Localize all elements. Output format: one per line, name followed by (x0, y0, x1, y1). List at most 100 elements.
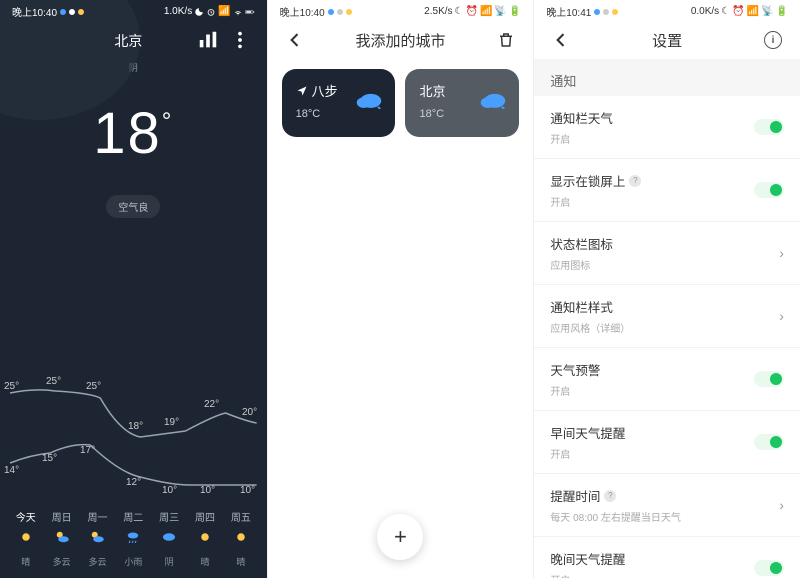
forecast-day[interactable]: 周五晴 (223, 509, 259, 568)
forecast-day[interactable]: 今天晴 (8, 509, 44, 568)
forecast-condition: 晴 (201, 555, 210, 568)
forecast-day-label: 周一 (87, 509, 107, 524)
delete-icon[interactable] (495, 29, 517, 51)
alarm-icon: ⏰ (732, 6, 744, 17)
status-time: 晚上10:40 (12, 4, 57, 19)
notif-dot (346, 9, 352, 15)
status-bar: 晚上10:40 1.0K/s 📶 (0, 0, 267, 21)
forecast-day[interactable]: 周四晴 (187, 509, 223, 568)
setting-title: 显示在锁屏上? (550, 171, 754, 190)
forecast-day-label: 周三 (159, 509, 179, 524)
net-speed: 1.0K/s (164, 6, 192, 17)
toggle-switch[interactable] (754, 182, 784, 198)
alarm-icon (206, 7, 216, 17)
forecast-day[interactable]: 周日多云 (44, 509, 80, 568)
notif-dot (69, 9, 75, 15)
setting-sub: 开启 (550, 572, 754, 578)
setting-item[interactable]: 状态栏图标应用图标› (534, 222, 800, 285)
battery-icon: 🔋 (509, 6, 521, 17)
toggle-switch[interactable] (754, 434, 784, 450)
curve-label: 25° (46, 376, 61, 387)
notif-dot (328, 9, 334, 15)
forecast-condition: 晴 (236, 555, 245, 568)
add-city-button[interactable]: + (377, 514, 423, 560)
setting-sub: 每天 08:00 左右提醒当日天气 (550, 509, 779, 524)
forecast-day[interactable]: 周三阴 (151, 509, 187, 568)
curve-label: 12° (126, 477, 141, 488)
help-icon[interactable]: ? (629, 175, 641, 187)
forecast-day-label: 周二 (123, 509, 143, 524)
back-icon[interactable] (550, 29, 572, 51)
city-appbar: 我添加的城市 (268, 21, 534, 59)
weather-icon (88, 528, 106, 551)
settings-appbar: 设置 i (534, 21, 800, 59)
setting-title: 晚间天气提醒 (550, 549, 754, 568)
setting-item[interactable]: 晚间天气提醒开启 (534, 537, 800, 578)
info-icon[interactable]: i (762, 29, 784, 51)
curve-label: 25° (4, 381, 19, 392)
city-card[interactable]: 北京18°C (405, 69, 519, 137)
setting-item[interactable]: 通知栏样式应用风格（详细）› (534, 285, 800, 348)
curve-label: 19° (164, 417, 179, 428)
net-speed: 2.5K/s (424, 6, 452, 17)
setting-sub: 应用风格（详细） (550, 320, 779, 335)
notif-dot (603, 9, 609, 15)
forecast-condition: 晴 (21, 555, 30, 568)
setting-item[interactable]: 提醒时间?每天 08:00 左右提醒当日天气› (534, 474, 800, 537)
status-time: 晚上10:40 (280, 4, 325, 19)
curve-label: 17° (80, 445, 95, 456)
chevron-right-icon: › (779, 245, 784, 261)
wifi-icon (233, 7, 243, 17)
battery-icon: 🔋 (776, 6, 788, 17)
weather-icon (17, 528, 35, 551)
back-icon[interactable] (284, 29, 306, 51)
toggle-switch[interactable] (754, 560, 784, 576)
city-list-screen: 晚上10:40 2.5K/s ☾ ⏰ 📶 📡 🔋 我添加的城市 八步18°C北京… (267, 0, 534, 578)
signal-icon: 📶 (218, 6, 230, 17)
page-title: 设置 (572, 30, 762, 51)
weather-icon (160, 528, 178, 551)
air-quality-pill[interactable]: 空气良 (106, 195, 160, 218)
city-card[interactable]: 八步18°C (282, 69, 396, 137)
setting-title: 提醒时间? (550, 486, 779, 505)
location-icon (296, 85, 308, 97)
setting-item[interactable]: 天气预警开启 (534, 348, 800, 411)
setting-title: 通知栏天气 (550, 108, 754, 127)
city-temp: 18°C (419, 108, 505, 120)
help-icon[interactable]: ? (604, 490, 616, 502)
city-title: 北京 (60, 29, 197, 51)
setting-item[interactable]: 早间天气提醒开启 (534, 411, 800, 474)
moon-icon: ☾ (721, 6, 730, 17)
setting-item[interactable]: 显示在锁屏上? 开启 (534, 159, 800, 222)
toggle-switch[interactable] (754, 371, 784, 387)
setting-title: 状态栏图标 (550, 234, 779, 253)
cloud-icon (355, 91, 383, 109)
notif-dot (60, 9, 66, 15)
curve-label: 10° (240, 485, 255, 496)
more-icon[interactable] (229, 29, 251, 51)
curve-label: 18° (128, 421, 143, 432)
net-speed: 0.0K/s (691, 6, 719, 17)
forecast-day[interactable]: 周二小雨 (116, 509, 152, 568)
notif-dot (337, 9, 343, 15)
signal-icon: 📶 (747, 6, 759, 17)
weather-icon (53, 528, 71, 551)
notif-dot (594, 9, 600, 15)
forecast-day-label: 周五 (231, 509, 251, 524)
toggle-switch[interactable] (754, 119, 784, 135)
setting-item[interactable]: 通知栏天气开启 (534, 96, 800, 159)
setting-sub: 开启 (550, 194, 754, 209)
cloud-icon (479, 91, 507, 109)
forecast-day-label: 周日 (52, 509, 72, 524)
city-list-icon[interactable] (197, 29, 219, 51)
forecast-day[interactable]: 周一多云 (80, 509, 116, 568)
battery-icon (245, 7, 255, 17)
wifi-icon: 📡 (761, 6, 773, 17)
forecast-row: 今天晴周日多云周一多云周二小雨周三阴周四晴周五晴 (0, 503, 267, 578)
weather-icon (232, 528, 250, 551)
status-time: 晚上10:41 (546, 4, 591, 19)
forecast-condition: 多云 (53, 555, 71, 568)
weather-appbar: 北京 (0, 21, 267, 59)
notif-dot (78, 9, 84, 15)
weather-icon (196, 528, 214, 551)
